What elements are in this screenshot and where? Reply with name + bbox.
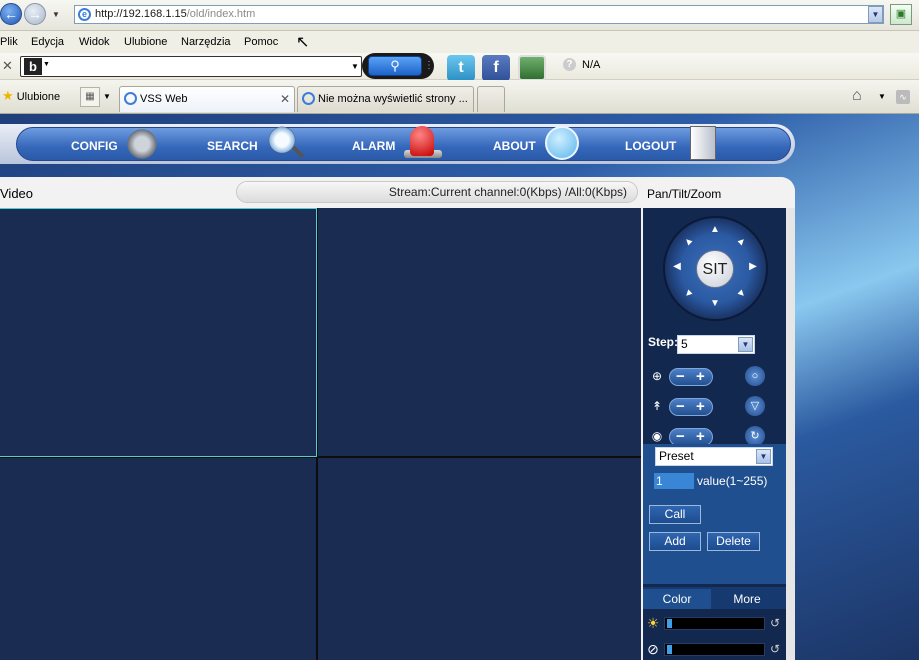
- tab-error-page[interactable]: Nie można wyświetlić strony ...: [297, 86, 474, 112]
- iris-icon: ◉: [651, 429, 663, 443]
- address-dropdown-button[interactable]: ▼: [868, 6, 883, 23]
- back-button[interactable]: ←: [0, 3, 22, 25]
- menu-favorites[interactable]: Ulubione: [124, 36, 167, 48]
- tab-vss-web[interactable]: VSS Web ✕: [119, 86, 295, 112]
- close-toolbar-icon[interactable]: ✕: [2, 58, 13, 74]
- step-label: Step:: [648, 335, 678, 349]
- brightness-fill: [667, 619, 672, 628]
- video-label: Video: [0, 186, 34, 201]
- contrast-fill: [667, 645, 672, 654]
- siren-icon[interactable]: [410, 126, 434, 156]
- close-tab-icon[interactable]: ✕: [280, 87, 290, 111]
- brightness-slider[interactable]: [664, 617, 765, 630]
- tab-title: Nie można wyświetlić strony ...: [318, 93, 468, 105]
- zoom-icon: ⊕: [651, 369, 663, 383]
- preset-select[interactable]: Preset ▼: [655, 447, 773, 466]
- photo-share-icon[interactable]: [518, 55, 546, 81]
- ie-tab-icon: [124, 92, 137, 105]
- pan-left-icon[interactable]: ◀: [671, 261, 683, 273]
- contrast-slider[interactable]: [664, 643, 765, 656]
- compatibility-view-icon[interactable]: ▣: [890, 4, 912, 25]
- step-value: 5: [681, 337, 688, 351]
- light-bulb-icon[interactable]: ○: [745, 366, 765, 386]
- step-select[interactable]: 5 ▼: [677, 335, 755, 354]
- menu-file[interactable]: Plik: [0, 36, 18, 48]
- brightness-icon: ☀: [646, 615, 660, 631]
- pan-down-icon[interactable]: ▼: [709, 298, 721, 310]
- ie-page-icon: e: [78, 8, 91, 21]
- magnifier-icon[interactable]: [266, 124, 298, 156]
- zoom-plus-button[interactable]: +: [696, 369, 705, 384]
- ie-tab-icon: [302, 92, 315, 105]
- delete-button[interactable]: Delete: [707, 532, 760, 551]
- nav-search[interactable]: SEARCH: [207, 139, 258, 153]
- history-dropdown-icon[interactable]: ▼: [52, 10, 60, 19]
- search-provider-dropdown-icon[interactable]: ▼: [43, 61, 50, 68]
- menu-edit[interactable]: Edycja: [31, 36, 64, 48]
- quick-tabs-icon[interactable]: ▦: [80, 87, 100, 107]
- contrast-reset-icon[interactable]: ↺: [770, 642, 780, 656]
- mouse-cursor-icon: ↖: [296, 34, 310, 51]
- help-icon[interactable]: ?: [563, 58, 576, 71]
- zoom-minus-button[interactable]: −: [676, 369, 685, 384]
- nav-about[interactable]: ABOUT: [493, 139, 536, 153]
- toolbar-search-input[interactable]: [20, 56, 362, 77]
- focus-minus-button[interactable]: −: [676, 399, 685, 414]
- preset-value-input[interactable]: 1: [654, 473, 694, 489]
- chevron-down-icon[interactable]: ▼: [756, 449, 771, 464]
- new-tab-button[interactable]: [477, 86, 505, 112]
- stream-status: Stream:Current channel:0(Kbps) /All:0(Kb…: [236, 181, 638, 203]
- forward-button[interactable]: →: [24, 3, 46, 25]
- contrast-icon: ⊘: [647, 641, 659, 657]
- twitter-icon[interactable]: t: [447, 55, 475, 81]
- wiper-icon[interactable]: ▽: [745, 396, 765, 416]
- nav-logout[interactable]: LOGOUT: [625, 139, 676, 153]
- favorites-star-icon: ★: [2, 88, 14, 103]
- auto-rotate-icon[interactable]: ↻: [745, 426, 765, 446]
- iris-plus-button[interactable]: +: [696, 429, 705, 444]
- nav-alarm[interactable]: ALARM: [352, 139, 395, 153]
- home-dropdown-icon[interactable]: ▼: [878, 92, 886, 101]
- gear-icon[interactable]: [124, 128, 160, 160]
- door-icon[interactable]: [690, 126, 716, 160]
- favorites-button[interactable]: ★ Ulubione: [2, 88, 60, 104]
- url-host: http://192.168.1.15: [95, 8, 187, 20]
- toolbar-status: N/A: [582, 59, 601, 71]
- menu-tools[interactable]: Narzędzia: [181, 36, 231, 48]
- rss-feed-icon[interactable]: ∿: [896, 90, 910, 104]
- bing-logo-icon[interactable]: b: [24, 58, 42, 75]
- brightness-reset-icon[interactable]: ↺: [770, 616, 780, 630]
- pan-right-icon[interactable]: ▶: [747, 261, 759, 273]
- facebook-icon[interactable]: f: [482, 55, 510, 81]
- toolbar-grip-icon[interactable]: ⋮: [424, 60, 434, 71]
- search-icon: ⚲: [390, 58, 400, 73]
- preset-select-value: Preset: [659, 449, 694, 463]
- search-history-dropdown-icon[interactable]: ▼: [351, 62, 359, 71]
- call-button[interactable]: Call: [649, 505, 701, 524]
- url-path: /old/index.htm: [186, 8, 256, 20]
- smiley-icon[interactable]: [545, 126, 579, 160]
- add-button[interactable]: Add: [649, 532, 701, 551]
- menu-view[interactable]: Widok: [79, 36, 110, 48]
- tab-list-dropdown-icon[interactable]: ▼: [103, 92, 111, 101]
- focus-plus-button[interactable]: +: [696, 399, 705, 414]
- iris-minus-button[interactable]: −: [676, 429, 685, 444]
- ptz-title: Pan/Tilt/Zoom: [647, 187, 722, 201]
- search-button[interactable]: ⚲: [368, 56, 422, 76]
- favorites-label: Ulubione: [16, 91, 61, 103]
- address-field[interactable]: http://192.168.1.15/old/index.htm: [74, 5, 884, 24]
- pan-up-icon[interactable]: ▲: [709, 224, 721, 236]
- menu-help[interactable]: Pomoc: [244, 36, 278, 48]
- sit-button[interactable]: SIT: [696, 250, 734, 288]
- preset-range-label: value(1~255): [697, 474, 768, 488]
- home-icon[interactable]: ⌂: [852, 87, 862, 105]
- tab-title: VSS Web: [140, 93, 188, 105]
- chevron-down-icon[interactable]: ▼: [738, 337, 753, 352]
- nav-config[interactable]: CONFIG: [71, 139, 118, 153]
- video-channel-selected[interactable]: [0, 208, 317, 457]
- ptz-scrollbar[interactable]: [786, 208, 795, 660]
- focus-icon: ↟: [651, 399, 663, 413]
- tab-more[interactable]: More: [713, 589, 781, 609]
- tab-color[interactable]: Color: [643, 589, 711, 609]
